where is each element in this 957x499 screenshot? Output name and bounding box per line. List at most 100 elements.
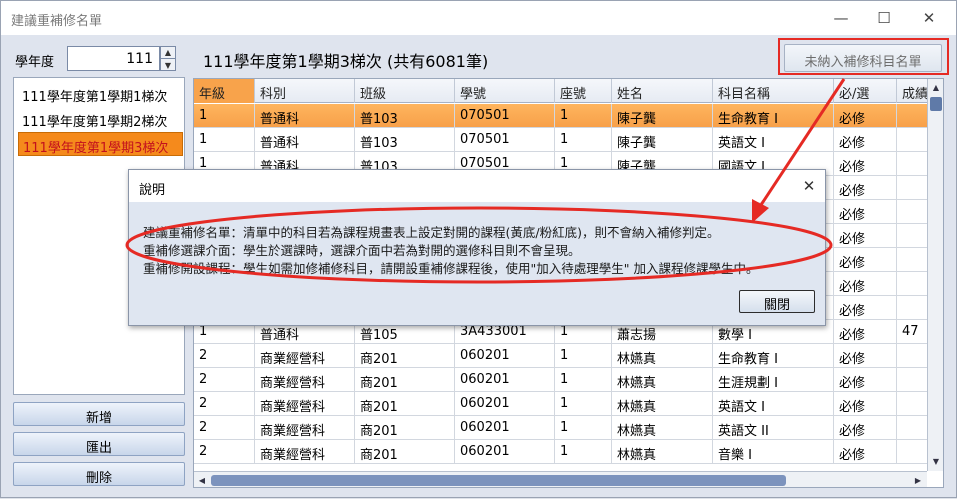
scroll-left-icon[interactable]: ◀ (194, 472, 210, 487)
cell-required[interactable]: 必修 (834, 344, 897, 368)
cell-subject[interactable]: 生命教育 I (713, 104, 834, 128)
export-button[interactable]: 匯出 (13, 432, 185, 456)
cell-required[interactable]: 必修 (834, 272, 897, 296)
table-row[interactable]: 2 商業經營科 商201 060201 1 林嬿真 生命教育 I 必修 (194, 344, 937, 368)
cell-student-id[interactable]: 060201 (455, 440, 555, 464)
cell-name[interactable]: 林嬿真 (612, 392, 713, 416)
table-row[interactable]: 1 普通科 普103 070501 1 陳子龔 英語文 I 必修 (194, 128, 937, 152)
column-header-grade[interactable]: 年級 (194, 79, 255, 103)
cell-department[interactable]: 普通科 (255, 104, 355, 128)
cell-seat[interactable]: 1 (555, 416, 612, 440)
cell-subject[interactable]: 英語文 I (713, 128, 834, 152)
cell-required[interactable]: 必修 (834, 296, 897, 320)
cell-class[interactable]: 商201 (355, 344, 455, 368)
column-header-required[interactable]: 必/選 (834, 79, 897, 103)
cell-grade[interactable]: 1 (194, 128, 255, 152)
cell-required[interactable]: 必修 (834, 440, 897, 464)
cell-department[interactable]: 商業經營科 (255, 392, 355, 416)
close-icon[interactable]: ✕ (906, 1, 952, 35)
cell-student-id[interactable]: 070501 (455, 104, 555, 128)
column-header-seat[interactable]: 座號 (555, 79, 612, 103)
add-button[interactable]: 新增 (13, 402, 185, 426)
table-row[interactable]: 2 商業經營科 商201 060201 1 林嬿真 英語文 II 必修 (194, 416, 937, 440)
cell-subject[interactable]: 英語文 I (713, 392, 834, 416)
cell-subject[interactable]: 生涯規劃 I (713, 368, 834, 392)
vertical-scrollbar[interactable]: ▲ ▼ (927, 79, 943, 471)
cell-required[interactable]: 必修 (834, 248, 897, 272)
dialog-close-icon[interactable]: ✕ (797, 175, 821, 197)
cell-name[interactable]: 林嬿真 (612, 368, 713, 392)
cell-seat[interactable]: 1 (555, 104, 612, 128)
cell-grade[interactable]: 2 (194, 344, 255, 368)
cell-required[interactable]: 必修 (834, 320, 897, 344)
session-item-2[interactable]: 111學年度第1學期2梯次 (18, 107, 183, 131)
cell-required[interactable]: 必修 (834, 368, 897, 392)
cell-class[interactable]: 商201 (355, 392, 455, 416)
cell-seat[interactable]: 1 (555, 392, 612, 416)
table-row[interactable]: 2 商業經營科 商201 060201 1 林嬿真 生涯規劃 I 必修 (194, 368, 937, 392)
table-row[interactable]: 2 商業經營科 商201 060201 1 林嬿真 英語文 I 必修 (194, 392, 937, 416)
column-header-student-id[interactable]: 學號 (455, 79, 555, 103)
cell-seat[interactable]: 1 (555, 344, 612, 368)
cell-class[interactable]: 商201 (355, 416, 455, 440)
column-header-name[interactable]: 姓名 (612, 79, 713, 103)
cell-required[interactable]: 必修 (834, 176, 897, 200)
cell-name[interactable]: 林嬿真 (612, 344, 713, 368)
year-stepper[interactable]: ▲ ▼ (160, 46, 176, 71)
scroll-down-icon[interactable]: ▼ (928, 453, 943, 469)
horizontal-scroll-thumb[interactable] (211, 475, 786, 486)
table-row[interactable]: 2 商業經營科 商201 060201 1 林嬿真 音樂 I 必修 (194, 440, 937, 464)
session-item-1[interactable]: 111學年度第1學期1梯次 (18, 82, 183, 106)
table-row[interactable]: 1 普通科 普103 070501 1 陳子龔 生命教育 I 必修 (194, 104, 937, 128)
cell-required[interactable]: 必修 (834, 128, 897, 152)
cell-student-id[interactable]: 060201 (455, 416, 555, 440)
cell-seat[interactable]: 1 (555, 368, 612, 392)
cell-subject[interactable]: 生命教育 I (713, 344, 834, 368)
cell-seat[interactable]: 1 (555, 440, 612, 464)
cell-student-id[interactable]: 070501 (455, 128, 555, 152)
stepper-down-icon[interactable]: ▼ (161, 59, 175, 71)
scroll-up-icon[interactable]: ▲ (928, 79, 943, 95)
cell-name[interactable]: 林嬿真 (612, 440, 713, 464)
maximize-icon[interactable]: ☐ (861, 1, 907, 35)
cell-grade[interactable]: 2 (194, 368, 255, 392)
cell-name[interactable]: 陳子龔 (612, 104, 713, 128)
cell-required[interactable]: 必修 (834, 224, 897, 248)
vertical-scroll-thumb[interactable] (930, 97, 942, 111)
cell-student-id[interactable]: 060201 (455, 368, 555, 392)
cell-name[interactable]: 林嬿真 (612, 416, 713, 440)
cell-department[interactable]: 商業經營科 (255, 368, 355, 392)
cell-seat[interactable]: 1 (555, 128, 612, 152)
cell-class[interactable]: 商201 (355, 368, 455, 392)
stepper-up-icon[interactable]: ▲ (161, 47, 175, 59)
cell-class[interactable]: 普103 (355, 104, 455, 128)
horizontal-scrollbar[interactable]: ◀ ▶ (194, 471, 927, 487)
cell-student-id[interactable]: 060201 (455, 344, 555, 368)
minimize-icon[interactable]: — (818, 1, 864, 35)
column-header-class[interactable]: 班級 (355, 79, 455, 103)
column-header-department[interactable]: 科別 (255, 79, 355, 103)
delete-button[interactable]: 刪除 (13, 462, 185, 486)
cell-required[interactable]: 必修 (834, 152, 897, 176)
cell-department[interactable]: 普通科 (255, 128, 355, 152)
cell-grade[interactable]: 2 (194, 392, 255, 416)
cell-department[interactable]: 商業經營科 (255, 416, 355, 440)
column-header-subject[interactable]: 科目名稱 (713, 79, 834, 103)
year-input[interactable]: 111 (67, 46, 160, 71)
cell-subject[interactable]: 音樂 I (713, 440, 834, 464)
cell-name[interactable]: 陳子龔 (612, 128, 713, 152)
cell-class[interactable]: 普103 (355, 128, 455, 152)
cell-subject[interactable]: 英語文 II (713, 416, 834, 440)
cell-grade[interactable]: 2 (194, 440, 255, 464)
scroll-right-icon[interactable]: ▶ (910, 472, 926, 487)
cell-required[interactable]: 必修 (834, 416, 897, 440)
cell-required[interactable]: 必修 (834, 104, 897, 128)
session-item-3[interactable]: 111學年度第1學期3梯次 (18, 132, 183, 156)
dialog-close-button[interactable]: 關閉 (739, 290, 815, 313)
cell-department[interactable]: 商業經營科 (255, 344, 355, 368)
cell-grade[interactable]: 2 (194, 416, 255, 440)
cell-student-id[interactable]: 060201 (455, 392, 555, 416)
cell-department[interactable]: 商業經營科 (255, 440, 355, 464)
cell-class[interactable]: 商201 (355, 440, 455, 464)
cell-required[interactable]: 必修 (834, 200, 897, 224)
